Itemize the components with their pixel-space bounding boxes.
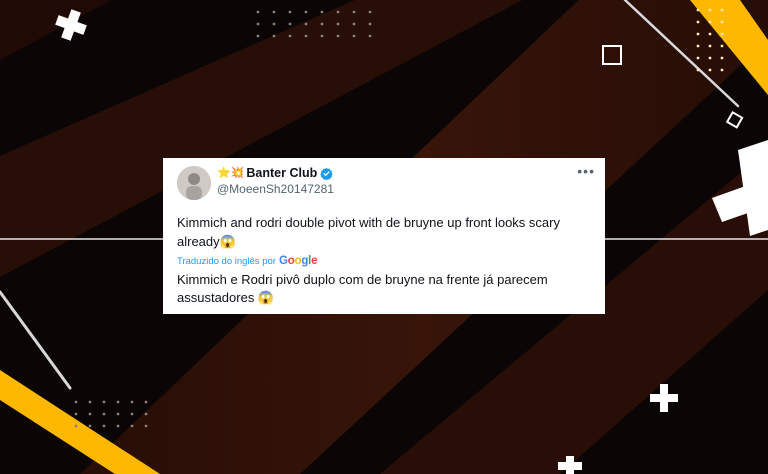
translated-label[interactable]: Traduzido do inglês por	[177, 256, 276, 267]
tweet-header: ⭐💥 Banter Club @MoeenSh20147281 •••	[177, 164, 594, 206]
avatar-image	[177, 166, 211, 200]
name-emoji: ⭐💥	[217, 167, 245, 179]
translation-attribution: Traduzido do inglês por Google	[177, 255, 591, 267]
avatar[interactable]	[177, 166, 211, 200]
more-horizontal-icon[interactable]: •••	[577, 164, 595, 178]
display-name[interactable]: Banter Club	[246, 166, 317, 180]
verified-badge-icon	[320, 167, 334, 180]
google-logo: Google	[278, 255, 318, 267]
translated-text: Kimmich e Rodri pivô duplo com de bruyne…	[177, 272, 548, 305]
tweet-text: Kimmich and rodri double pivot with de b…	[177, 215, 560, 249]
tweet-card: ⭐💥 Banter Club @MoeenSh20147281 ••• Kimm…	[163, 158, 605, 314]
author-block: ⭐💥 Banter Club @MoeenSh20147281	[217, 166, 334, 196]
display-name-row[interactable]: ⭐💥 Banter Club	[217, 166, 334, 180]
handle[interactable]: @MoeenSh20147281	[217, 182, 334, 196]
